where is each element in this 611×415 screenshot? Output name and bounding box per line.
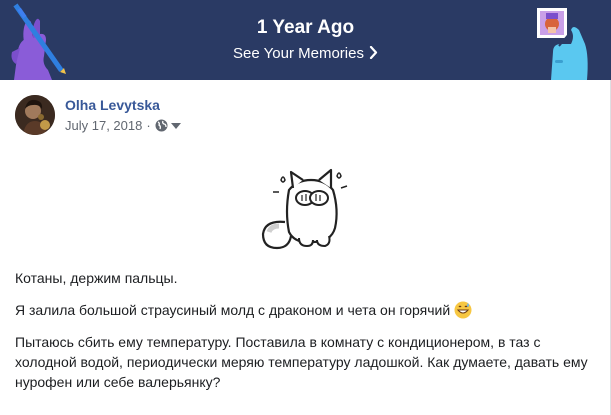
post-date[interactable]: July 17, 2018 [65, 118, 142, 133]
memories-post-card: 1 Year Ago See Your Memories Olha Levyts… [0, 0, 611, 415]
meta-separator: · [146, 118, 151, 133]
memories-banner: 1 Year Ago See Your Memories [0, 0, 611, 80]
globe-icon[interactable] [155, 119, 168, 132]
hand-pencil-illustration [11, 3, 66, 80]
avatar-photo [15, 95, 55, 135]
caret-down-icon[interactable] [170, 122, 181, 129]
see-memories-link[interactable]: See Your Memories [0, 45, 611, 62]
grinning-sweat-emoji [454, 301, 472, 319]
hand-photo-illustration [537, 8, 588, 80]
cat-sticker [261, 168, 348, 250]
memories-title: 1 Year Ago [256, 17, 355, 38]
avatar[interactable] [15, 95, 55, 135]
chevron-right-icon [369, 46, 378, 59]
post-paragraph-2-text: Я залила большой страусиный молд с драко… [15, 302, 451, 318]
post-paragraph-2: Я залила большой страусиный молд с драко… [15, 300, 595, 320]
post-meta: July 17, 2018 · [65, 118, 181, 133]
post-body: Котаны, держим пальцы. Я залила большой … [15, 268, 595, 404]
author-name[interactable]: Olha Levytska [65, 97, 160, 113]
post-paragraph-3: Пытаюсь сбить ему температуру. Поставила… [15, 334, 588, 390]
see-memories-label: See Your Memories [233, 45, 364, 62]
post-paragraph-1: Котаны, держим пальцы. [15, 270, 178, 286]
